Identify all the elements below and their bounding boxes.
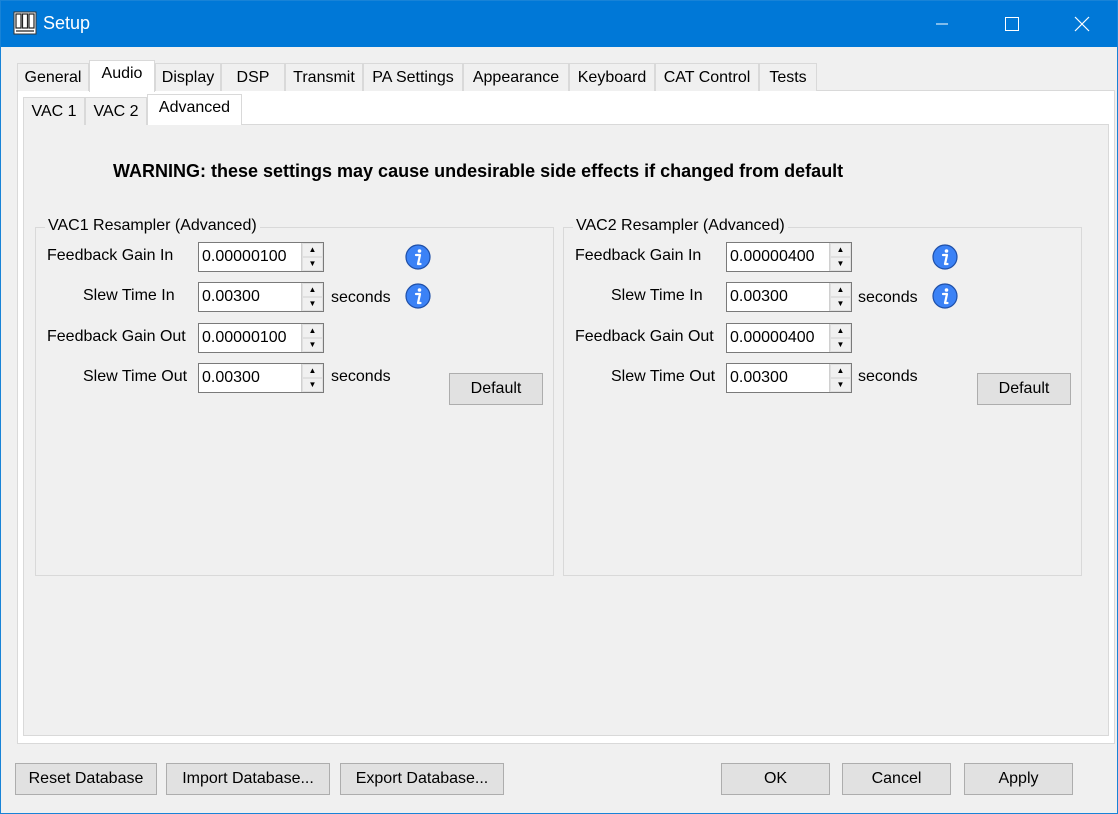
- spin-up-icon[interactable]: ▲: [302, 243, 323, 257]
- spin-down-icon[interactable]: ▼: [830, 338, 851, 352]
- minimize-button[interactable]: [907, 1, 977, 47]
- vac1-feedback-gain-out-spinner[interactable]: ▲ ▼: [301, 324, 323, 352]
- info-icon[interactable]: [405, 244, 431, 270]
- vac2-feedback-gain-in-spinner[interactable]: ▲ ▼: [829, 243, 851, 271]
- close-button[interactable]: [1047, 1, 1117, 47]
- app-icon: [13, 11, 37, 35]
- tab-transmit[interactable]: Transmit: [285, 63, 363, 91]
- minimize-icon: [936, 23, 948, 25]
- tab-advanced[interactable]: Advanced: [147, 94, 242, 125]
- tab-general[interactable]: General: [17, 63, 89, 91]
- vac2-seconds-label: seconds: [858, 289, 918, 306]
- vac2-slew-time-out-label: Slew Time Out: [611, 368, 716, 385]
- vac2-feedback-gain-out-spinner[interactable]: ▲ ▼: [829, 324, 851, 352]
- vac1-slew-time-out-label: Slew Time Out: [83, 368, 188, 385]
- vac2-slew-time-out-value[interactable]: 0.00300: [727, 369, 829, 387]
- vac2-feedback-gain-in-label: Feedback Gain In: [575, 247, 702, 264]
- tab-audio[interactable]: Audio: [89, 60, 155, 92]
- warning-text: WARNING: these settings may cause undesi…: [113, 161, 844, 181]
- vac2-seconds-label: seconds: [858, 368, 918, 385]
- vac1-seconds-label: seconds: [331, 289, 391, 306]
- tab-keyboard[interactable]: Keyboard: [569, 63, 655, 91]
- spin-up-icon[interactable]: ▲: [830, 364, 851, 378]
- maximize-icon: [1005, 17, 1019, 31]
- export-database-button[interactable]: Export Database...: [340, 763, 504, 795]
- vac1-slew-time-in-value[interactable]: 0.00300: [199, 288, 301, 306]
- vac2-slew-time-in-label: Slew Time In: [611, 287, 703, 304]
- tab-appearance[interactable]: Appearance: [463, 63, 569, 91]
- cancel-button[interactable]: Cancel: [842, 763, 951, 795]
- spin-down-icon[interactable]: ▼: [830, 257, 851, 271]
- tab-tests[interactable]: Tests: [759, 63, 817, 91]
- vac1-slew-time-out-field[interactable]: 0.00300 ▲ ▼: [198, 363, 324, 393]
- vac1-feedback-gain-in-spinner[interactable]: ▲ ▼: [301, 243, 323, 271]
- vac2-feedback-gain-in-value[interactable]: 0.00000400: [727, 248, 829, 266]
- spin-up-icon[interactable]: ▲: [830, 243, 851, 257]
- vac1-slew-time-in-field[interactable]: 0.00300 ▲ ▼: [198, 282, 324, 312]
- spin-down-icon[interactable]: ▼: [830, 297, 851, 311]
- tab-dsp[interactable]: DSP: [221, 63, 285, 91]
- vac1-feedback-gain-in-field[interactable]: 0.00000100 ▲ ▼: [198, 242, 324, 272]
- vac1-feedback-gain-in-label: Feedback Gain In: [47, 247, 174, 264]
- import-database-button[interactable]: Import Database...: [166, 763, 330, 795]
- vac2-feedback-gain-out-field[interactable]: 0.00000400 ▲ ▼: [726, 323, 852, 353]
- info-icon[interactable]: [932, 244, 958, 270]
- tab-vac1[interactable]: VAC 1: [23, 97, 85, 125]
- tab-vac2[interactable]: VAC 2: [85, 97, 147, 125]
- vac1-slew-time-out-spinner[interactable]: ▲ ▼: [301, 364, 323, 392]
- ok-button[interactable]: OK: [721, 763, 830, 795]
- maximize-button[interactable]: [977, 1, 1047, 47]
- vac1-group-title: VAC1 Resampler (Advanced): [45, 217, 260, 235]
- vac2-slew-time-in-field[interactable]: 0.00300 ▲ ▼: [726, 282, 852, 312]
- tab-pa-settings[interactable]: PA Settings: [363, 63, 463, 91]
- apply-button[interactable]: Apply: [964, 763, 1073, 795]
- vac1-seconds-label: seconds: [331, 368, 391, 385]
- spin-down-icon[interactable]: ▼: [302, 378, 323, 392]
- vac2-default-button[interactable]: Default: [977, 373, 1071, 405]
- vac2-group-title: VAC2 Resampler (Advanced): [573, 217, 788, 235]
- vac2-feedback-gain-in-field[interactable]: 0.00000400 ▲ ▼: [726, 242, 852, 272]
- close-icon: [1074, 16, 1090, 32]
- tab-cat-control[interactable]: CAT Control: [655, 63, 759, 91]
- window-title: Setup: [43, 13, 91, 33]
- vac1-feedback-gain-in-value[interactable]: 0.00000100: [199, 248, 301, 266]
- vac1-feedback-gain-out-label: Feedback Gain Out: [47, 328, 186, 345]
- setup-window: Setup General Audio Display DSP Transmit…: [0, 0, 1118, 814]
- vac1-feedback-gain-out-value[interactable]: 0.00000100: [199, 329, 301, 347]
- vac1-default-button[interactable]: Default: [449, 373, 543, 405]
- reset-database-button[interactable]: Reset Database: [15, 763, 157, 795]
- spin-up-icon[interactable]: ▲: [302, 364, 323, 378]
- vac2-slew-time-in-value[interactable]: 0.00300: [727, 288, 829, 306]
- spin-up-icon[interactable]: ▲: [302, 324, 323, 338]
- spin-down-icon[interactable]: ▼: [302, 297, 323, 311]
- spin-up-icon[interactable]: ▲: [830, 283, 851, 297]
- info-icon[interactable]: [932, 283, 958, 309]
- vac1-slew-time-in-label: Slew Time In: [83, 287, 175, 304]
- vac2-slew-time-out-spinner[interactable]: ▲ ▼: [829, 364, 851, 392]
- vac2-feedback-gain-out-label: Feedback Gain Out: [575, 328, 714, 345]
- vac1-slew-time-in-spinner[interactable]: ▲ ▼: [301, 283, 323, 311]
- vac2-feedback-gain-out-value[interactable]: 0.00000400: [727, 329, 829, 347]
- vac1-feedback-gain-out-field[interactable]: 0.00000100 ▲ ▼: [198, 323, 324, 353]
- spin-down-icon[interactable]: ▼: [302, 338, 323, 352]
- title-bar[interactable]: Setup: [1, 1, 1117, 47]
- spin-down-icon[interactable]: ▼: [830, 378, 851, 392]
- vac2-slew-time-in-spinner[interactable]: ▲ ▼: [829, 283, 851, 311]
- vac1-slew-time-out-value[interactable]: 0.00300: [199, 369, 301, 387]
- vac2-slew-time-out-field[interactable]: 0.00300 ▲ ▼: [726, 363, 852, 393]
- info-icon[interactable]: [405, 283, 431, 309]
- tab-display[interactable]: Display: [155, 63, 221, 91]
- spin-down-icon[interactable]: ▼: [302, 257, 323, 271]
- spin-up-icon[interactable]: ▲: [830, 324, 851, 338]
- spin-up-icon[interactable]: ▲: [302, 283, 323, 297]
